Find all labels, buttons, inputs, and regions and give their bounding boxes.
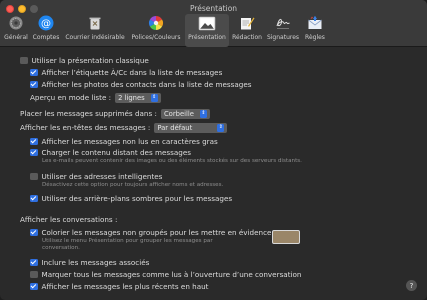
tab-accounts-label: Comptes <box>32 34 60 41</box>
highlight-note-line1: Utilisez le menu Présentation pour group… <box>42 238 213 244</box>
gear-icon <box>6 14 26 32</box>
highlight-ungrouped-label: Colorier les messages non groupés pour l… <box>41 228 272 237</box>
tab-composing-label: Rédaction <box>232 34 262 41</box>
recent-top-label: Afficher les messages les plus récents e… <box>41 282 209 291</box>
trash-bin-icon <box>85 14 105 32</box>
headers-label: Afficher les en-têtes des messages : <box>20 123 151 133</box>
chevron-updown-icon: ⇕ <box>150 93 158 102</box>
rules-envelope-icon <box>305 14 325 32</box>
dark-backgrounds-checkbox[interactable] <box>30 194 38 203</box>
classic-layout-checkbox[interactable] <box>20 56 28 65</box>
highlight-ungrouped-checkbox[interactable] <box>30 228 38 237</box>
include-related-checkbox[interactable] <box>30 258 38 267</box>
tab-rules-label: Règles <box>305 34 325 41</box>
tab-composing[interactable]: Rédaction <box>230 14 264 47</box>
include-related-option[interactable]: Inclure les messages associés <box>30 258 149 267</box>
viewing-settings-pane: Utiliser la présentation classique Affic… <box>0 48 427 300</box>
tab-viewing-label: Présentation <box>188 34 226 41</box>
include-related-label: Inclure les messages associés <box>41 258 150 267</box>
headers-row: Afficher les en-têtes des messages : Par… <box>20 123 228 133</box>
smart-addresses-checkbox[interactable] <box>30 172 38 181</box>
title-bar: Présentation Général @ Comptes Courrier … <box>0 0 427 47</box>
tab-general[interactable]: Général <box>3 14 29 47</box>
conversations-heading-row: Afficher les conversations : <box>20 215 117 224</box>
unread-bold-label: Afficher les messages non lus en caractè… <box>41 137 218 146</box>
load-remote-note: Les e-mails peuvent contenir des images … <box>42 158 302 164</box>
show-tocc-label: Afficher l’étiquette À/Cc dans la liste … <box>41 68 223 77</box>
tab-general-label: Général <box>4 34 28 41</box>
recent-top-checkbox[interactable] <box>30 282 38 291</box>
tab-signatures-label: Signatures <box>266 34 300 41</box>
svg-text:@: @ <box>41 18 51 29</box>
list-preview-value: 2 lignes <box>118 93 145 102</box>
compose-icon <box>237 14 257 32</box>
tab-fonts-colors[interactable]: Polices/Couleurs <box>128 14 184 47</box>
show-tocc-option[interactable]: Afficher l’étiquette À/Cc dans la liste … <box>30 68 222 77</box>
help-button[interactable]: ? <box>406 280 417 291</box>
unread-bold-option[interactable]: Afficher les messages non lus en caractè… <box>30 137 218 146</box>
color-wheel-icon <box>146 14 166 32</box>
smart-addresses-label: Utiliser des adresses intelligentes <box>41 172 163 181</box>
conversations-heading: Afficher les conversations : <box>20 215 118 224</box>
at-sign-icon: @ <box>36 14 56 32</box>
move-deleted-value: Corbeille <box>163 109 194 118</box>
list-preview-popup[interactable]: 2 lignes ⇕ <box>115 93 161 103</box>
dark-backgrounds-option[interactable]: Utiliser des arrière-plans sombres pour … <box>30 194 232 203</box>
tab-junk-mail-label: Courrier indésirable <box>65 34 125 41</box>
viewing-icon <box>197 14 217 32</box>
smart-addresses-option[interactable]: Utiliser des adresses intelligentes <box>30 172 162 181</box>
move-deleted-popup[interactable]: Corbeille ⇕ <box>160 109 210 119</box>
chevron-updown-icon: ⇕ <box>217 123 225 132</box>
show-contact-photos-label: Afficher les photos des contacts dans la… <box>41 80 252 89</box>
preferences-window: Présentation Général @ Comptes Courrier … <box>0 0 427 300</box>
dark-backgrounds-label: Utiliser des arrière-plans sombres pour … <box>41 194 233 203</box>
unread-bold-checkbox[interactable] <box>30 137 38 146</box>
tab-accounts[interactable]: @ Comptes <box>32 14 60 47</box>
list-preview-label: Aperçu en mode liste : <box>30 93 112 103</box>
signature-icon <box>273 14 293 32</box>
headers-popup[interactable]: Par défaut ⇕ <box>154 123 228 133</box>
tab-rules[interactable]: Règles <box>302 14 328 47</box>
list-preview-row: Aperçu en mode liste : 2 lignes ⇕ <box>30 93 161 103</box>
tab-viewing[interactable]: Présentation <box>185 14 229 47</box>
show-tocc-checkbox[interactable] <box>30 68 38 77</box>
mark-read-option[interactable]: Marquer tous les messages comme lus à l’… <box>30 270 301 279</box>
load-remote-option[interactable]: Charger le contenu distant des messages <box>30 148 191 157</box>
move-deleted-row: Placer les messages supprimés dans : Cor… <box>20 109 210 119</box>
move-deleted-label: Placer les messages supprimés dans : <box>20 109 157 119</box>
tab-junk-mail[interactable]: Courrier indésirable <box>64 14 126 47</box>
mark-read-label: Marquer tous les messages comme lus à l’… <box>41 270 302 279</box>
load-remote-label: Charger le contenu distant des messages <box>41 148 192 157</box>
highlight-color-well[interactable] <box>272 230 300 244</box>
mark-read-checkbox[interactable] <box>30 270 38 279</box>
recent-top-option[interactable]: Afficher les messages les plus récents e… <box>30 282 209 291</box>
show-contact-photos-option[interactable]: Afficher les photos des contacts dans la… <box>30 80 252 89</box>
highlight-note-line2: conversation. <box>42 245 80 251</box>
chevron-updown-icon: ⇕ <box>199 109 207 118</box>
highlight-ungrouped-option[interactable]: Colorier les messages non groupés pour l… <box>30 228 271 237</box>
tab-signatures[interactable]: Signatures <box>265 14 301 47</box>
tab-fonts-colors-label: Polices/Couleurs <box>131 34 181 41</box>
classic-layout-label: Utiliser la présentation classique <box>31 56 149 65</box>
smart-addresses-note: Désactivez cette option pour toujours af… <box>42 182 224 188</box>
show-contact-photos-checkbox[interactable] <box>30 80 38 89</box>
load-remote-checkbox[interactable] <box>30 148 38 157</box>
classic-layout-option[interactable]: Utiliser la présentation classique <box>20 56 149 65</box>
headers-value: Par défaut <box>157 123 193 132</box>
window-title: Présentation <box>189 4 238 13</box>
